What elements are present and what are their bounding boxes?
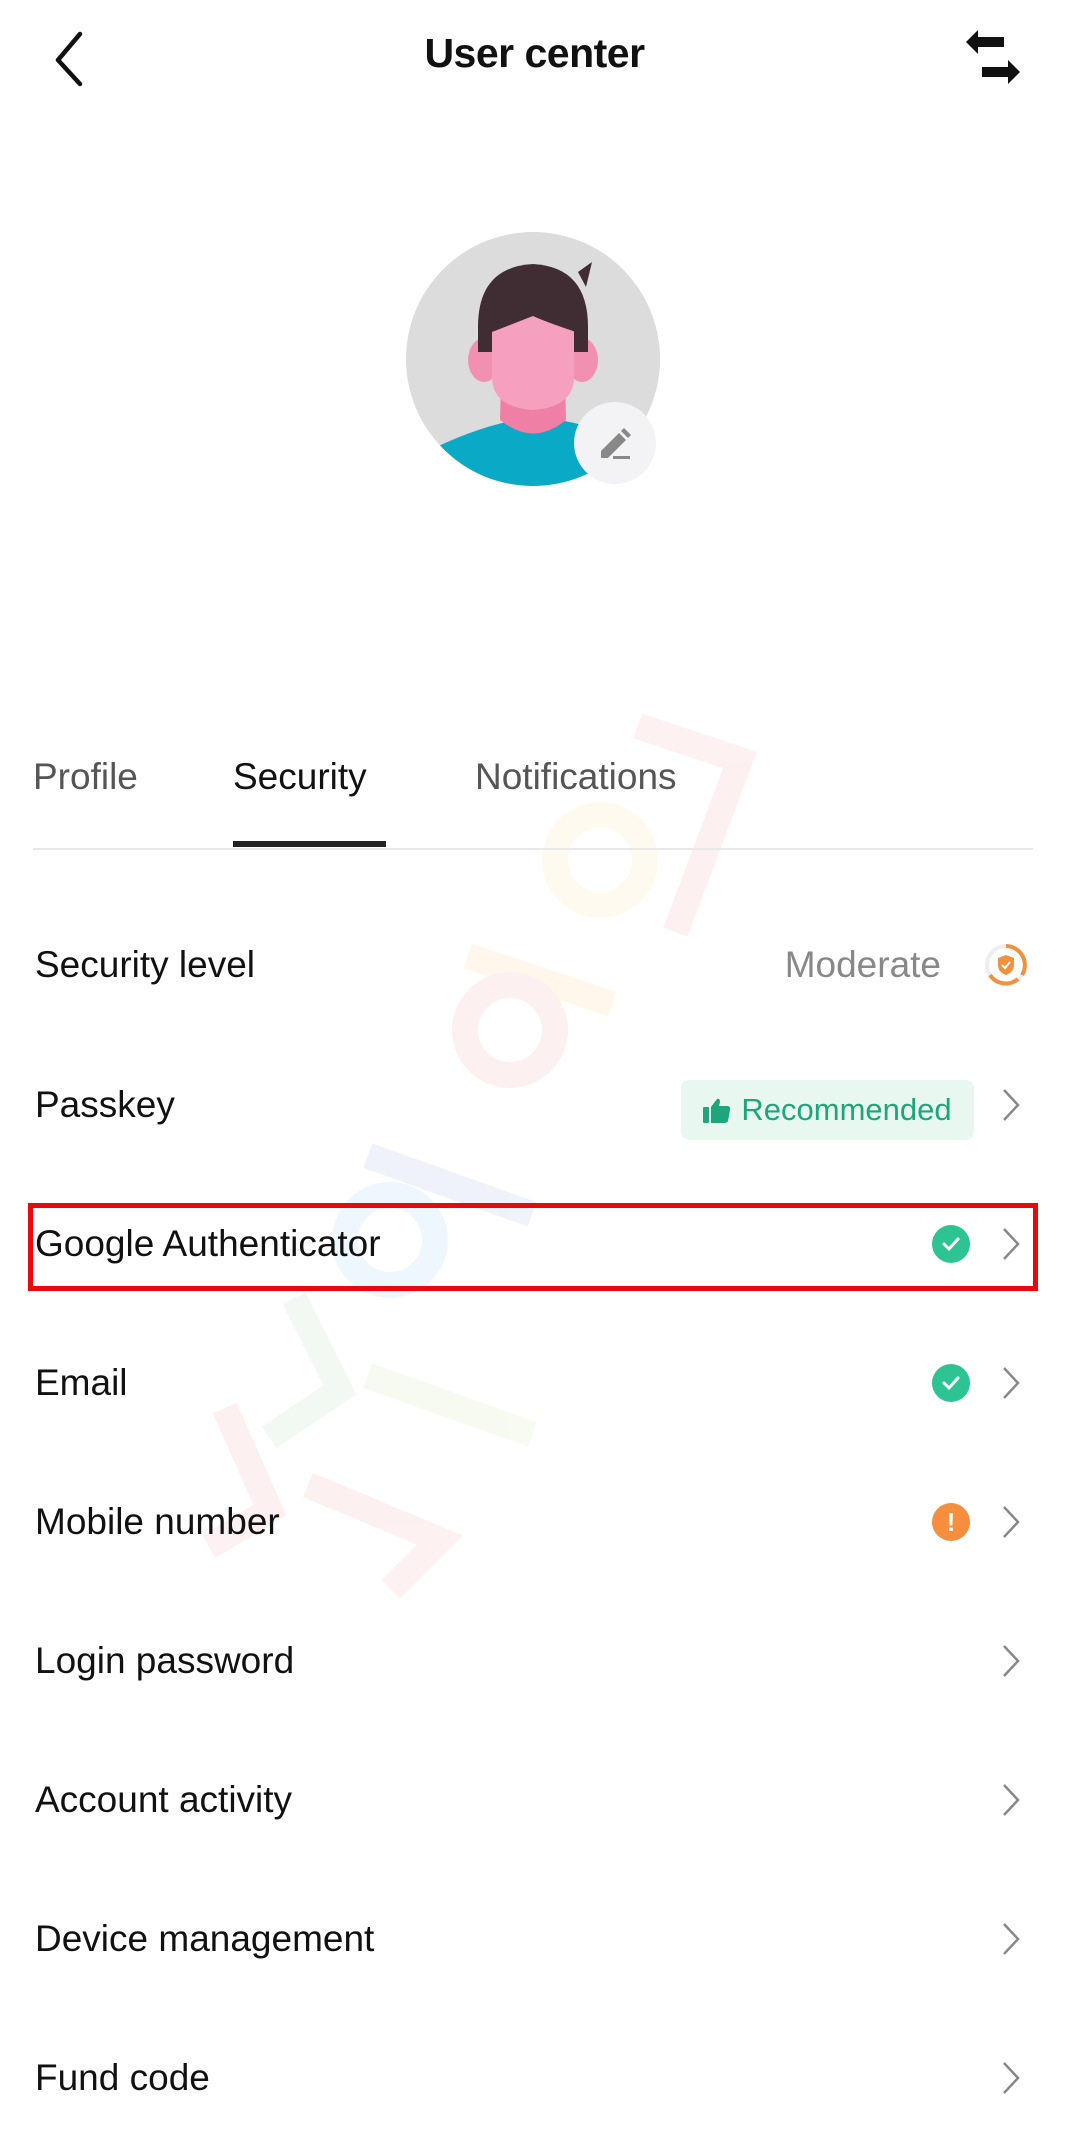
row-fund-code[interactable]: Fund code [0,2008,1069,2148]
chevron-right-icon [1003,1923,1020,1955]
tab-bar: Profile Security Notifications [33,740,1033,850]
row-login-password[interactable]: Login password [0,1591,1069,1731]
chevron-right-icon [1003,1228,1020,1260]
row-label: Mobile number [35,1501,280,1542]
row-label: Device management [35,1918,375,1959]
active-tab-indicator [233,841,386,847]
header: User center [0,0,1069,120]
edit-avatar-button[interactable] [574,402,656,484]
row-account-activity[interactable]: Account activity [0,1730,1069,1870]
thumbs-up-icon [703,1098,731,1123]
switch-account-button[interactable] [960,28,1026,88]
exclamation-circle-icon: ! [932,1503,970,1541]
page-title: User center [424,30,645,76]
row-device-management[interactable]: Device management [0,1869,1069,2009]
swap-arrows-icon [966,30,1020,84]
row-label: Fund code [35,2057,210,2098]
tab-divider [33,848,1033,850]
tab-profile[interactable]: Profile [33,756,138,798]
chevron-right-icon [1003,2062,1020,2094]
row-mobile-number[interactable]: Mobile number ! [0,1452,1069,1592]
tab-notifications[interactable]: Notifications [475,756,677,798]
row-label: Login password [35,1640,295,1681]
chevron-right-icon [1003,1367,1020,1399]
recommended-badge: Recommended [681,1080,974,1140]
check-circle-icon [932,1225,970,1263]
shield-level-icon [985,944,1027,986]
check-circle-icon [932,1364,970,1402]
security-level-value: Moderate [784,944,941,985]
chevron-right-icon [1003,1089,1020,1121]
row-label: Google Authenticator [35,1223,381,1264]
row-passkey[interactable]: Passkey Recommended [0,1035,1069,1175]
avatar[interactable] [406,232,660,486]
row-google-authenticator[interactable]: Google Authenticator [0,1174,1069,1314]
row-label: Passkey [35,1084,175,1125]
pencil-icon [601,428,631,459]
chevron-right-icon [1003,1784,1020,1816]
row-label: Account activity [35,1779,293,1820]
tab-security[interactable]: Security [233,756,367,798]
row-email[interactable]: Email [0,1313,1069,1453]
row-label: Email [35,1362,128,1403]
row-security-level[interactable]: Security level Moderate [0,895,1069,1035]
row-label: Security level [35,944,256,985]
badge-label: Recommended [741,1092,952,1127]
chevron-right-icon [1003,1645,1020,1677]
chevron-right-icon [1003,1506,1020,1538]
